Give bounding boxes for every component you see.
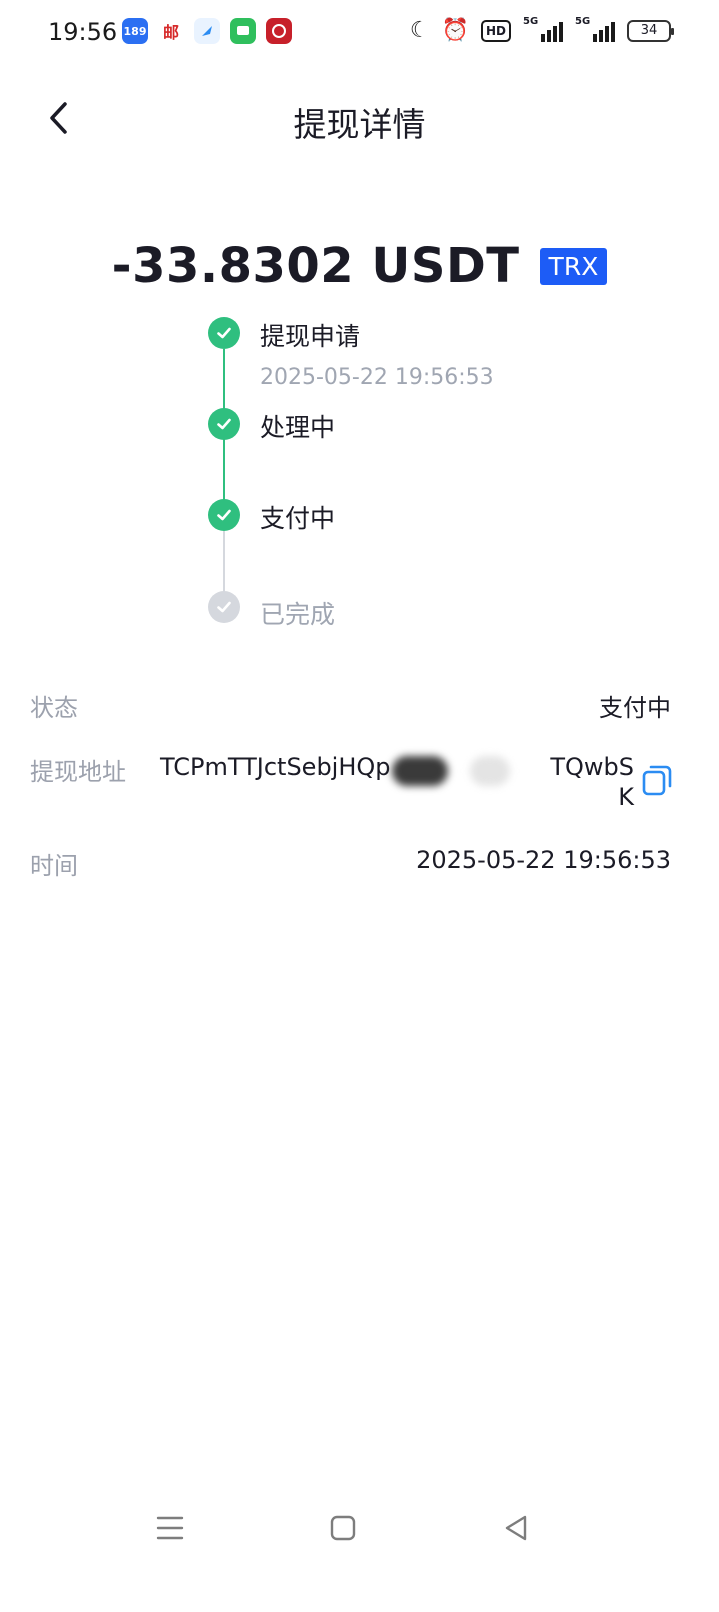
address-prefix: TCPmTTJctSebjHQp	[160, 753, 391, 781]
copy-button[interactable]	[642, 764, 672, 796]
status-time: 19:56	[48, 18, 118, 46]
step-label-processing: 处理中	[260, 413, 336, 442]
step-time-applied: 2025-05-22 19:56:53	[260, 365, 494, 390]
triangle-back-icon	[505, 1515, 527, 1541]
address-suffix: TQwbS	[550, 753, 634, 781]
time-label: 时间	[30, 852, 78, 880]
signal-icon: 5G	[523, 16, 563, 42]
system-indicators: ☾ ⏰ HD 5G 5G 34	[409, 16, 674, 44]
app-189-icon: 189	[122, 18, 148, 44]
square-home-icon	[330, 1515, 356, 1541]
step-label-completed: 已完成	[260, 600, 336, 629]
signal-icon: 5G	[575, 16, 615, 42]
notification-icons: 189 邮	[122, 18, 292, 44]
home-button[interactable]	[323, 1508, 363, 1548]
chain-badge: TRX	[539, 247, 608, 285]
address-suffix-wrap: K	[618, 783, 634, 811]
system-nav-bar	[0, 1500, 719, 1560]
address-redaction	[470, 756, 510, 786]
app-post-icon: 邮	[158, 18, 184, 44]
address-redaction	[392, 756, 448, 786]
address-label: 提现地址	[30, 758, 126, 786]
step-label-paying: 支付中	[260, 504, 336, 533]
step-label-applied: 提现申请	[260, 322, 361, 351]
withdraw-amount: -33.8302 USDT	[111, 238, 520, 294]
moon-icon: ☾	[409, 18, 430, 43]
time-value: 2025-05-22 19:56:53	[416, 846, 671, 874]
app-messages-icon	[230, 18, 256, 44]
menu-icon	[156, 1516, 184, 1540]
app-browser-icon	[194, 18, 220, 44]
amount-row: -33.8302 USDT TRX	[0, 238, 719, 294]
check-icon	[208, 499, 240, 531]
page-title: 提现详情	[293, 105, 426, 144]
hd-icon: HD	[480, 20, 511, 42]
app-bank-icon	[266, 18, 292, 44]
battery-icon: 34	[627, 20, 674, 42]
status-bar: 19:56 189 邮 ☾ ⏰ HD 5G 5G 34	[0, 0, 719, 66]
alarm-icon: ⏰	[441, 18, 469, 43]
check-icon	[208, 591, 240, 623]
progress-timeline: 提现申请 2025-05-22 19:56:53 处理中 支付中 已完成	[208, 317, 628, 647]
copy-icon	[642, 765, 672, 796]
back-nav-button[interactable]	[496, 1508, 536, 1548]
status-label: 状态	[30, 694, 78, 722]
check-icon	[208, 317, 240, 349]
check-icon	[208, 408, 240, 440]
status-value: 支付中	[599, 694, 671, 722]
menu-button[interactable]	[150, 1508, 190, 1548]
